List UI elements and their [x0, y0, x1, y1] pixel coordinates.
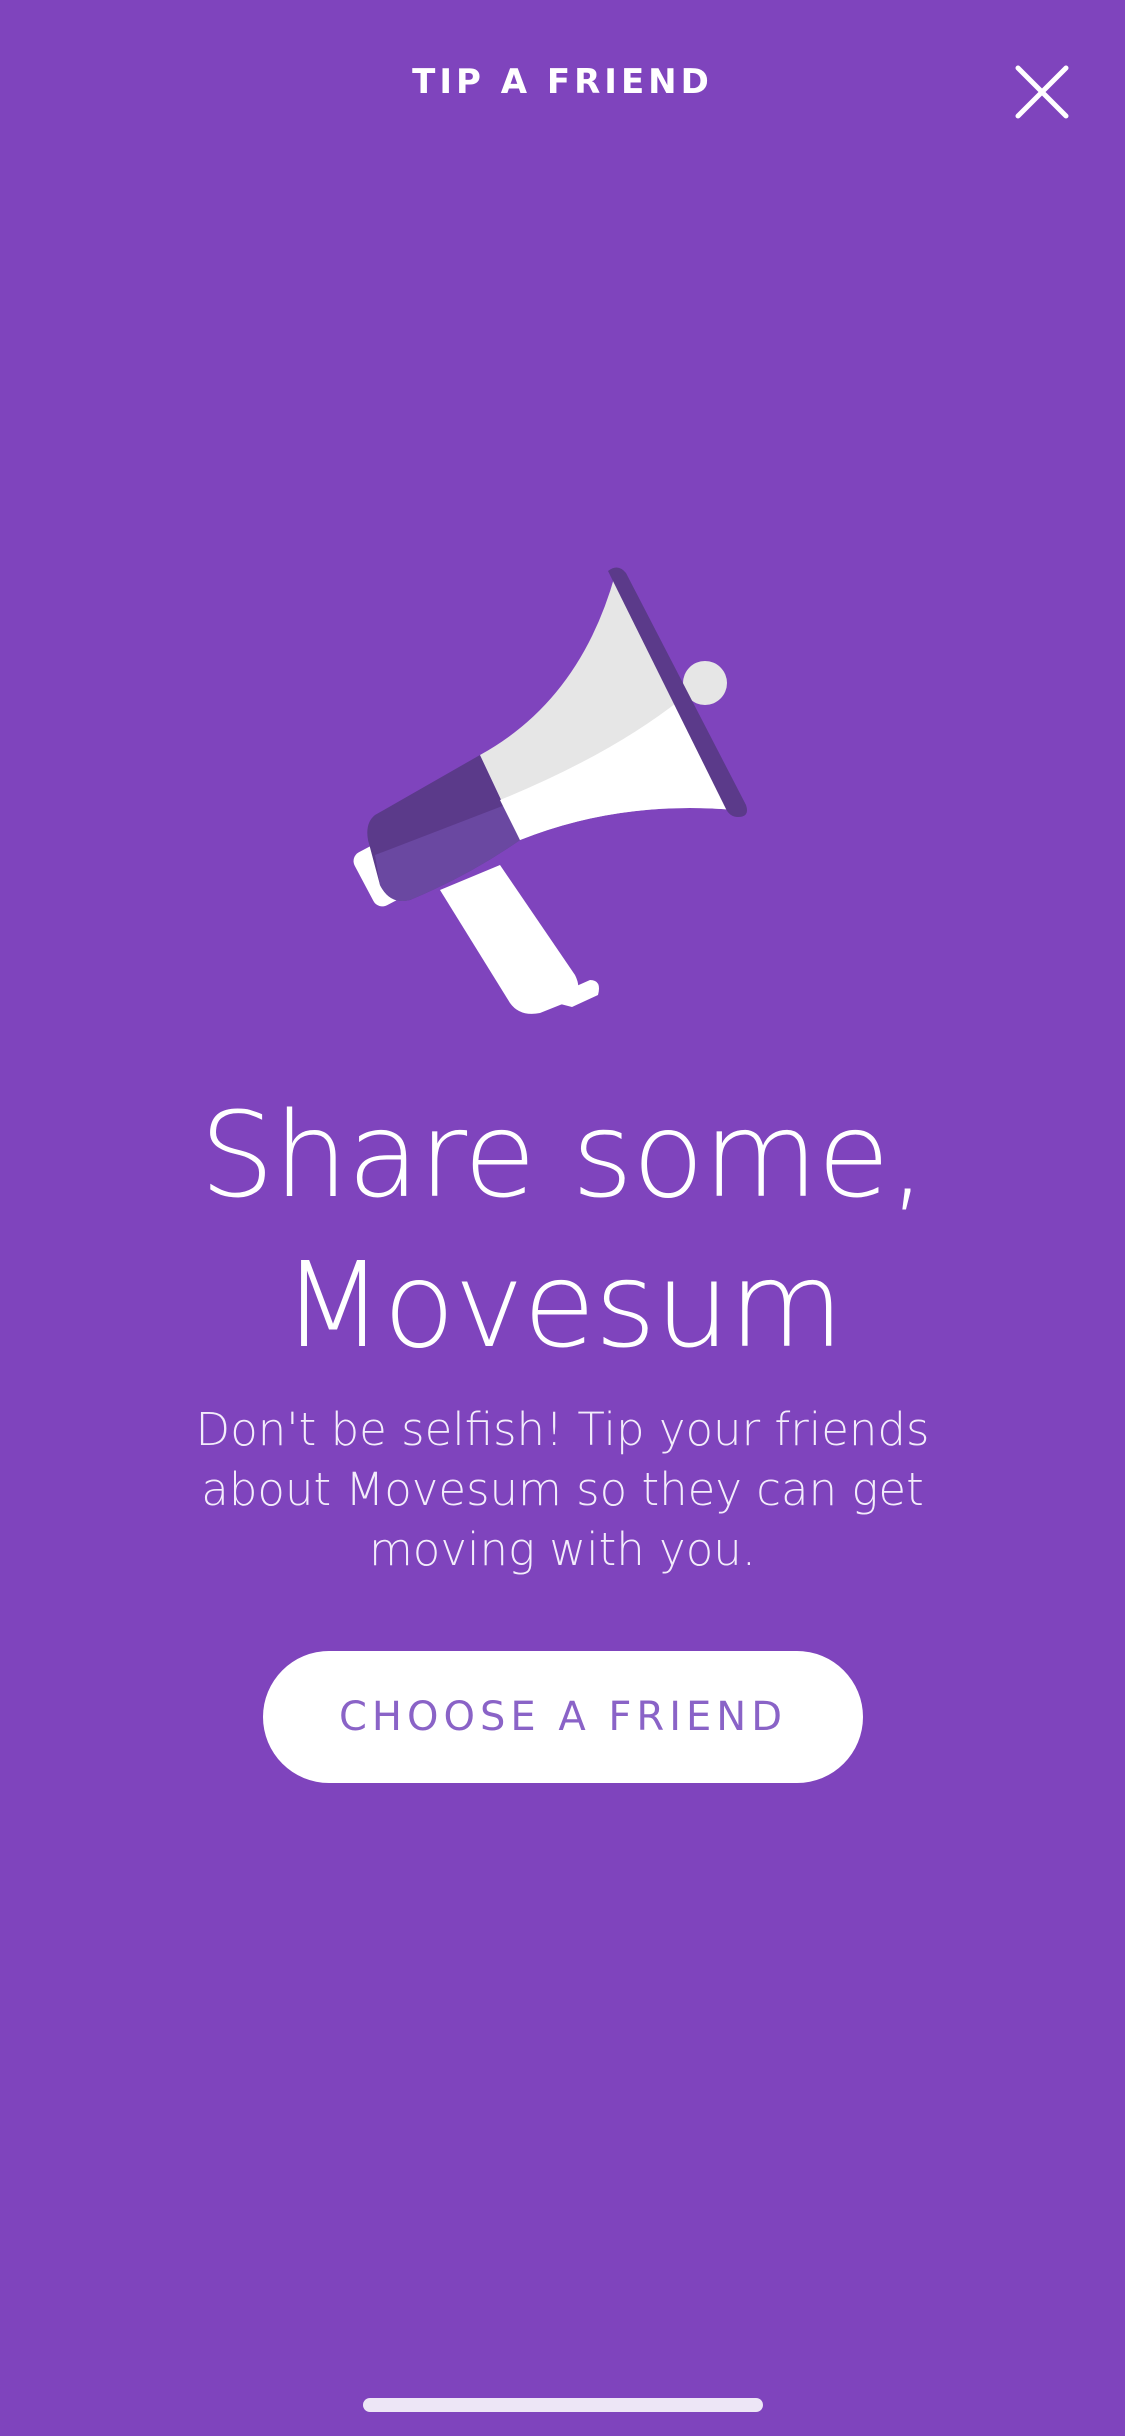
headline: Share some, Movesum [0, 1080, 1125, 1380]
close-icon [1015, 65, 1069, 119]
tip-a-friend-screen: TIP A FRIEND Share some, Movesum Don't b… [0, 0, 1125, 2436]
choose-a-friend-label: CHOOSE A FRIEND [338, 1694, 788, 1740]
close-button[interactable] [1010, 60, 1074, 124]
megaphone-icon [353, 567, 747, 1014]
headline-line-1: Share some, [199, 1086, 927, 1224]
description-text: Don't be selfish! Tip your friends about… [195, 1403, 930, 1576]
choose-a-friend-button[interactable]: CHOOSE A FRIEND [263, 1651, 863, 1783]
page-title: TIP A FRIEND [412, 62, 713, 102]
home-indicator[interactable] [363, 2398, 763, 2412]
megaphone-illustration [350, 555, 770, 1015]
headline-line-2: Movesum [282, 1236, 844, 1374]
